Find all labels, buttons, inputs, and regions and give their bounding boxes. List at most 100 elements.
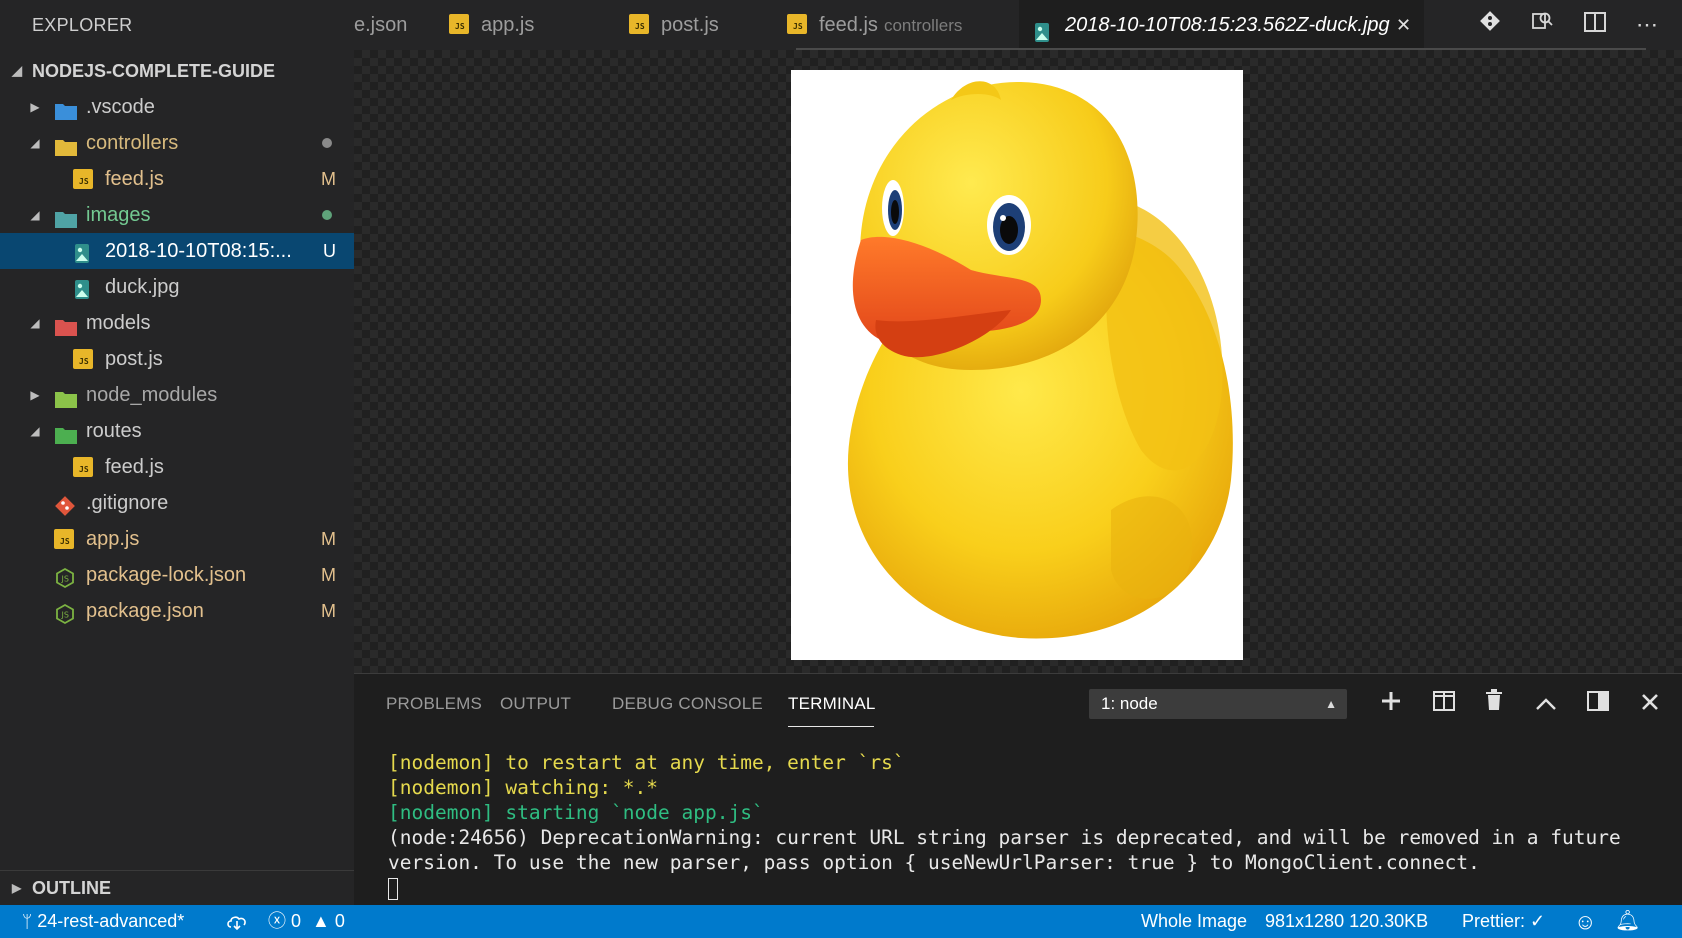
tree-item[interactable]: JS feed.js — [0, 449, 354, 485]
tree-item[interactable]: JS app.js M — [0, 521, 354, 557]
sync-icon[interactable] — [226, 905, 248, 938]
tree-item-label: node_modules — [86, 384, 218, 406]
trash-icon[interactable] — [1478, 688, 1510, 720]
tab-problems[interactable]: PROBLEMS — [386, 694, 482, 714]
more-actions-icon[interactable]: ⋯ — [1630, 8, 1664, 42]
terminal-line: [nodemon] to restart at any time, enter … — [388, 751, 905, 774]
folder-icon — [54, 205, 77, 228]
tree-item[interactable]: ◢ controllers — [0, 125, 354, 161]
tab-post-js[interactable]: JS post.js — [629, 0, 754, 50]
tree-item[interactable]: ◢ models — [0, 305, 354, 341]
tab-output[interactable]: OUTPUT — [500, 694, 571, 714]
tab-label: app.js — [481, 14, 535, 36]
chevron-right-icon[interactable]: ▶ — [29, 89, 41, 125]
tree-item-label: models — [86, 312, 151, 334]
terminal-select-value: 1: node — [1101, 694, 1158, 713]
tree-item-label: package.json — [86, 600, 204, 622]
tab-debug-console[interactable]: DEBUG CONSOLE — [612, 694, 763, 714]
tree-item[interactable]: .gitignore — [0, 485, 354, 521]
js-file-icon: JS — [54, 529, 74, 549]
tab-feed-js[interactable]: JS feed.js controllers — [787, 0, 1007, 50]
chevron-down-icon[interactable]: ◢ — [29, 197, 41, 233]
tab-app-js[interactable]: JS app.js — [449, 0, 594, 50]
branch-name: 24-rest-advanced* — [37, 911, 185, 931]
file-tree: ▶ .vscode ◢ controllers JS feed.js M ◢ images 201… — [0, 89, 354, 629]
tree-item[interactable]: JS package.json M — [0, 593, 354, 629]
tab-duck-image[interactable]: 2018-10-10T08:15:23.562Z-duck.jpg ✕ — [1019, 0, 1424, 50]
tab-terminal[interactable]: TERMINAL — [788, 694, 876, 714]
folder-status-dot — [322, 138, 332, 148]
problems-summary[interactable]: ⓧ 0 ▲ 0 — [268, 905, 345, 938]
chevron-right-icon: ▶ — [12, 881, 22, 895]
tree-item-label: images — [86, 204, 151, 226]
tree-item[interactable]: JS post.js — [0, 341, 354, 377]
bottom-panel: PROBLEMS OUTPUT DEBUG CONSOLE TERMINAL 1… — [354, 673, 1682, 906]
js-file-icon: JS — [787, 14, 807, 34]
tree-item[interactable]: ▶ node_modules — [0, 377, 354, 413]
select-arrows-icon: ▲ — [1325, 697, 1337, 711]
git-status-badge: U — [323, 241, 336, 261]
tree-item-label: .vscode — [86, 96, 155, 118]
error-icon: ⓧ — [268, 911, 286, 931]
image-info: 981x1280 120.30KB — [1265, 911, 1429, 931]
tab-label: post.js — [661, 14, 719, 36]
view-mode[interactable]: Whole Image — [1141, 905, 1247, 938]
project-name: NODEJS-COMPLETE-GUIDE — [32, 61, 276, 81]
terminal-output[interactable]: [nodemon] to restart at any time, enter … — [388, 750, 1621, 900]
project-root[interactable]: ◢ NODEJS-COMPLETE-GUIDE — [0, 54, 354, 88]
git-status-badge: M — [321, 601, 336, 621]
terminal-prompt-line — [388, 875, 1621, 900]
split-terminal-icon[interactable] — [1428, 688, 1460, 720]
status-bar: ᛘ 24-rest-advanced* ⓧ 0 ▲ 0 Whole Image … — [0, 905, 1682, 938]
tab-label: feed.js — [819, 14, 878, 36]
chevron-down-icon[interactable]: ◢ — [29, 125, 41, 161]
tree-item[interactable]: ◢ images — [0, 197, 354, 233]
split-editor-icon[interactable] — [1578, 8, 1612, 42]
tree-item[interactable]: JS feed.js M — [0, 161, 354, 197]
tree-item-label: feed.js — [105, 456, 164, 478]
tree-item-label: app.js — [86, 528, 140, 550]
terminal-line: version. To use the new parser, pass opt… — [388, 851, 1480, 874]
chevron-down-icon[interactable]: ◢ — [29, 305, 41, 341]
terminal-cursor — [388, 877, 398, 900]
folder-icon — [54, 385, 77, 408]
tree-item-label: 2018-10-10T08:15:... — [105, 240, 292, 262]
js-file-icon: JS — [73, 169, 93, 189]
duck-image[interactable] — [791, 70, 1243, 660]
tree-item[interactable]: JS package-lock.json M — [0, 557, 354, 593]
chevron-down-icon[interactable]: ◢ — [29, 413, 41, 449]
prettier-status[interactable]: Prettier: ✓ — [1462, 905, 1545, 938]
chevron-down-icon: ◢ — [12, 63, 22, 78]
tab-label-group: feed.js controllers — [819, 0, 962, 50]
branch-indicator[interactable]: ᛘ 24-rest-advanced* — [22, 905, 184, 938]
open-preview-icon[interactable] — [1525, 8, 1559, 42]
toggle-panel-position-icon[interactable] — [1582, 688, 1614, 720]
terminal-select[interactable]: 1: node ▲ — [1089, 689, 1347, 719]
close-panel-icon[interactable] — [1634, 688, 1666, 720]
tree-item[interactable]: ◢ routes — [0, 413, 354, 449]
warning-count: 0 — [334, 911, 345, 931]
close-icon[interactable]: ✕ — [1396, 0, 1411, 50]
tree-item-label: routes — [86, 420, 142, 442]
tab-package-json[interactable]: e.json — [354, 0, 434, 50]
nodejs-file-icon: JS — [54, 565, 76, 589]
svg-text:JS: JS — [61, 611, 69, 620]
add-terminal-icon[interactable] — [1375, 688, 1407, 720]
explorer-sidebar: EXPLORER ◢ NODEJS-COMPLETE-GUIDE ▶ .vscod… — [0, 0, 354, 905]
chevron-right-icon[interactable]: ▶ — [29, 377, 41, 413]
chevron-up-icon[interactable] — [1530, 688, 1562, 720]
terminal-line: (node:24656) DeprecationWarning: current… — [388, 826, 1621, 849]
git-file-icon — [54, 493, 76, 516]
tree-item[interactable]: ▶ .vscode — [0, 89, 354, 125]
tree-item-label: package-lock.json — [86, 564, 247, 586]
notification-bell-icon[interactable]: 🔔︎ — [1615, 905, 1640, 938]
outline-label: OUTLINE — [32, 878, 111, 898]
outline-section[interactable]: ▶ OUTLINE — [0, 870, 354, 905]
folder-status-dot — [322, 210, 332, 220]
tree-item[interactable]: 2018-10-10T08:15:... U — [0, 233, 354, 269]
tree-item[interactable]: duck.jpg — [0, 269, 354, 305]
active-tab-indicator — [788, 726, 874, 727]
git-compare-icon[interactable] — [1473, 8, 1507, 42]
feedback-smiley-icon[interactable]: ☺ — [1574, 905, 1596, 938]
tree-item-label: duck.jpg — [105, 276, 180, 298]
